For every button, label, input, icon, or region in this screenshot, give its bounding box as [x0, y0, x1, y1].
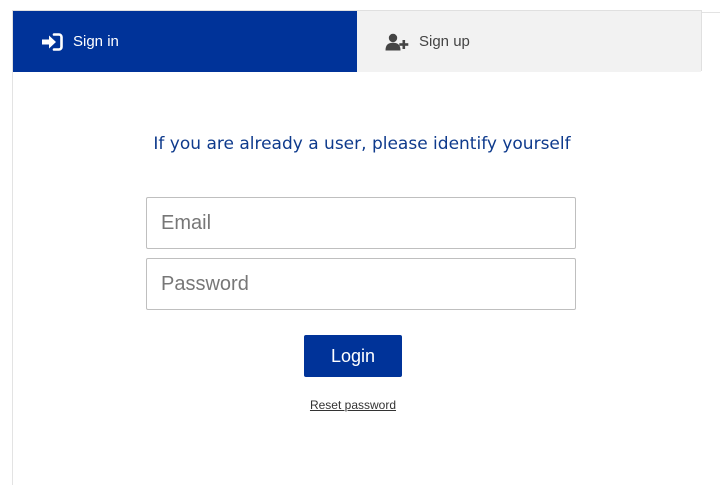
tab-sign-in[interactable]: Sign in	[13, 11, 357, 72]
login-heading: If you are already a user, please identi…	[153, 134, 571, 154]
tab-sign-in-label: Sign in	[73, 33, 119, 50]
tab-sign-up[interactable]: Sign up	[357, 11, 701, 72]
reset-password-link[interactable]: Reset password	[253, 398, 453, 412]
add-user-icon	[385, 33, 409, 51]
sign-in-icon	[41, 32, 63, 51]
password-field[interactable]	[146, 258, 576, 310]
tab-sign-up-content: Sign up	[385, 33, 470, 51]
email-field[interactable]	[146, 197, 576, 249]
tab-sign-up-label: Sign up	[419, 33, 470, 50]
auth-tabs: Sign in Sign up	[12, 10, 702, 72]
login-button[interactable]: Login	[304, 335, 402, 377]
